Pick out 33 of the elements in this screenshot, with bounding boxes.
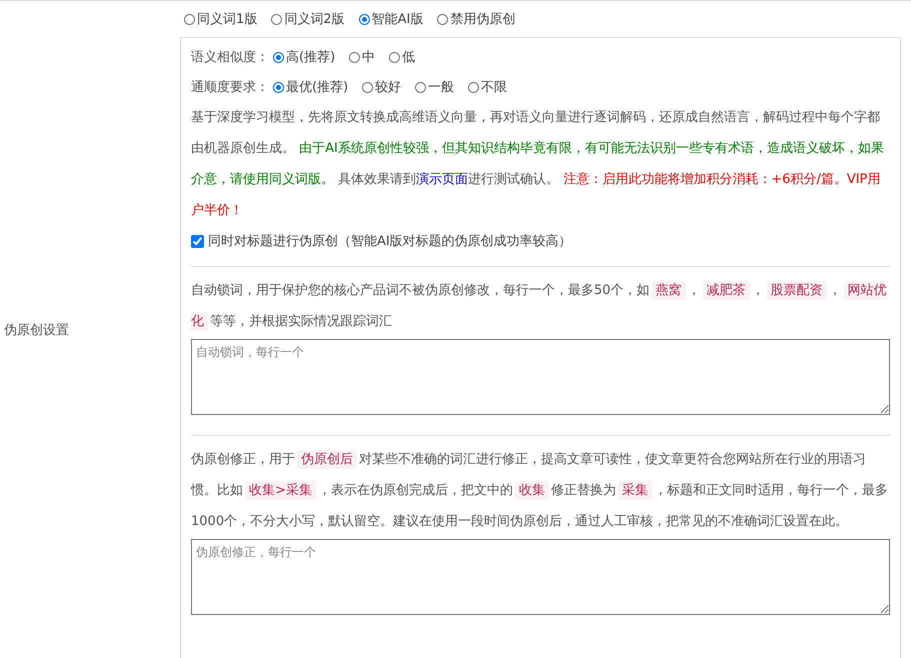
radio-button[interactable] xyxy=(271,14,282,24)
radio-button[interactable] xyxy=(389,52,400,62)
radio-button[interactable] xyxy=(273,82,284,92)
radio-label[interactable]: 同义词1版 xyxy=(197,10,258,28)
radio-label[interactable]: 低 xyxy=(402,48,416,66)
radio-button[interactable] xyxy=(437,14,448,24)
ai-description: 基于深度学习模型，先将原文转换成高维语义向量，再对语义向量进行逐词解码，还原成自然语言，解码过程中每个字都由机器原创生成。 由于AI系统原创性较强，但其知识结构毕竟有限，有可能无法识别一些专有术语，造成语义破坏，如果介意，请使用同义词版。 具体效果请到演示页面进行测试确认。 注意：启用此功能将增加积分消耗：+6积分/篇。VIP用户半价！ xyxy=(191,109,885,220)
radio-label[interactable]: 禁用伪原创 xyxy=(450,10,516,28)
demo-link[interactable]: 演示页面 xyxy=(416,172,468,187)
radio-label[interactable]: 同义词2版 xyxy=(284,10,345,28)
radio-button[interactable] xyxy=(358,14,370,24)
radio-label[interactable]: 高(推荐) xyxy=(286,48,336,66)
option-label: 通顺度要求： xyxy=(191,79,269,96)
radio-label[interactable]: 较好 xyxy=(375,78,402,96)
section-label: 伪原创设置 xyxy=(3,322,70,338)
radio-button[interactable] xyxy=(273,52,284,62)
radio-label[interactable]: 最优(推荐) xyxy=(286,78,348,96)
lock-words-description: 自动锁词，用于保护您的核心产品词不被伪原创修改，每行一个，最多50个，如 燕窝 ， 减肥茶 ， 股票配资 ， 网站优化 等等，并根据实际情况跟踪词汇 xyxy=(191,280,888,333)
title-checkbox[interactable] xyxy=(191,234,204,248)
checkbox-label[interactable]: 同时对标题进行伪原创（智能AI版对标题的伪原创成功率较高） xyxy=(208,232,572,250)
radio-label[interactable]: 中 xyxy=(362,48,376,66)
option-label: 语义相似度： xyxy=(191,49,269,66)
lock-words-field[interactable]: 自动锁词，每行一个 xyxy=(191,339,890,415)
radio-button[interactable] xyxy=(349,52,360,62)
correction-description: 伪原创修正，用于 伪原创后 对某些不准确的词汇进行修正，提高文章可读性，使文章更符合您网站所在行业的用语习惯。比如 收集>采集 ，表示在伪原创完成后，把文中的 收集 修正替换为 采集 ，标题和正文同时适用，每行一个，最多1000个，不分大小写，默认留空。建议在使用一段时间伪原创后，通过人工审核，把常见的不准确词汇设置在此。 xyxy=(191,449,889,531)
radio-label[interactable]: 智能AI版 xyxy=(372,10,424,28)
radio-button[interactable] xyxy=(184,14,195,24)
correction-field[interactable]: 伪原创修正，每行一个 xyxy=(191,539,890,615)
radio-label[interactable]: 不限 xyxy=(481,78,508,96)
radio-button[interactable] xyxy=(468,82,480,92)
radio-label[interactable]: 一般 xyxy=(428,78,454,96)
radio-button[interactable] xyxy=(415,82,426,92)
radio-button[interactable] xyxy=(362,82,374,92)
